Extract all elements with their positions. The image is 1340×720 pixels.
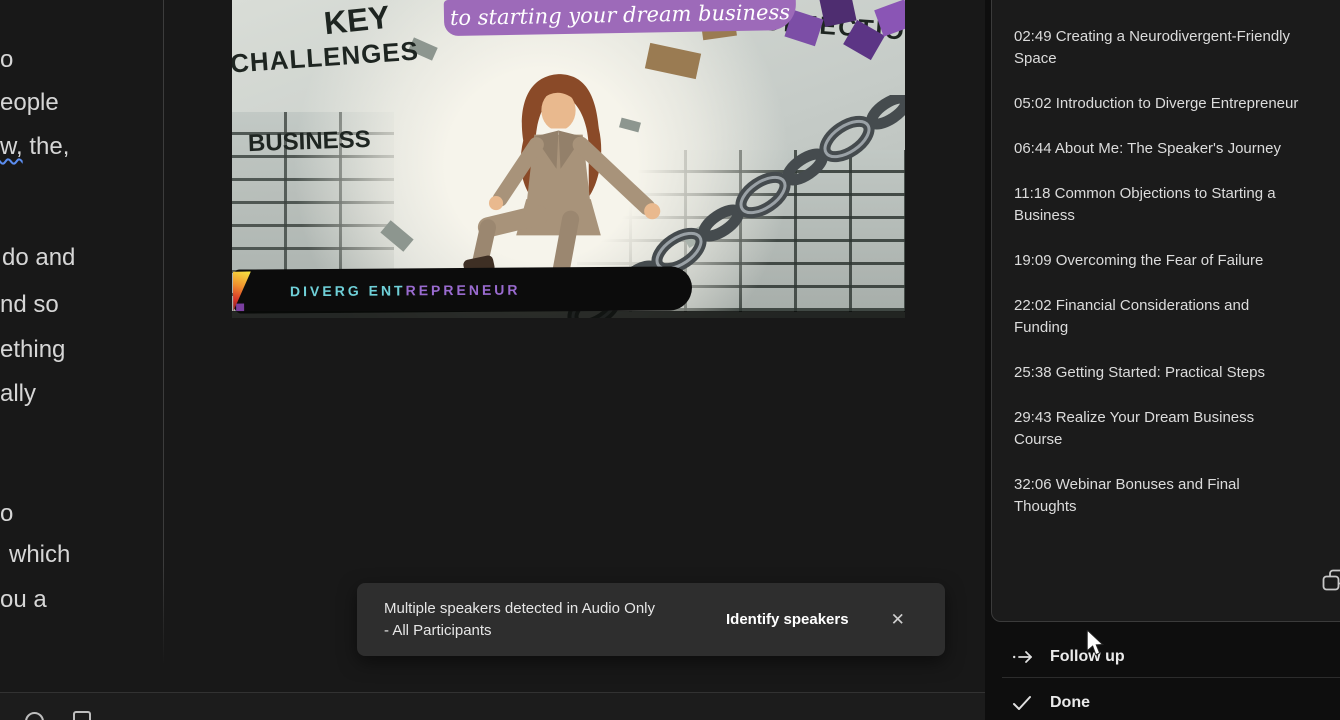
logo-text-part2: REPRENEUR [405, 281, 521, 299]
transcript-text: do and [2, 244, 76, 271]
banner-text: to starting your dream business [449, 0, 791, 30]
transcript-line[interactable]: w, the, [0, 133, 69, 161]
meeting-recap-app: o eople w, the, do and nd so ething ally… [0, 0, 1340, 720]
wall-label-business: BUSINESS [247, 125, 372, 158]
mouse-cursor [1085, 628, 1105, 661]
transcript-text: nd so [0, 291, 59, 318]
menu-item-follow-up[interactable]: Follow up [990, 640, 1340, 674]
chapter-time: 29:43 [1014, 409, 1052, 426]
close-icon[interactable]: ✕ [891, 610, 905, 630]
transcript-line[interactable]: o [0, 46, 13, 74]
thumbnail-banner: to starting your dream business [443, 0, 797, 37]
identify-speakers-button[interactable]: Identify speakers [726, 611, 849, 628]
video-thumbnail[interactable]: KEY CHALLENGES BUSINESS OBJECTIONS to st… [232, 0, 905, 318]
stop-square-icon[interactable] [73, 711, 91, 720]
toast-message: Multiple speakers detected in Audio Only… [384, 598, 714, 642]
chapter-title: Creating a Neurodivergent-Friendly Space [1014, 28, 1290, 67]
transcript-panel: o eople w, the, do and nd so ething ally… [0, 0, 163, 693]
transcript-text: which [9, 541, 71, 568]
chapter-title: Getting Started: Practical Steps [1055, 364, 1265, 381]
chapter-title: Common Objections to Starting a Business [1014, 185, 1276, 224]
chapter-time: 19:09 [1014, 252, 1052, 269]
transcript-line[interactable]: nd so [0, 291, 59, 319]
chapter-item[interactable]: 11:18 Common Objections to Starting a Bu… [1014, 183, 1302, 227]
chapter-title: Overcoming the Fear of Failure [1055, 252, 1264, 269]
transcript-line[interactable]: eople [0, 89, 59, 117]
chapter-item[interactable]: 29:43 Realize Your Dream Business Course [1014, 407, 1302, 451]
transcript-line[interactable]: ething [0, 336, 65, 364]
diverge-entrepreneur-logo: DIVERG ENTREPRENEUR [234, 266, 693, 314]
chapter-time: 02:49 [1014, 28, 1052, 45]
transcript-flagged-word: w, [0, 133, 23, 160]
logo-text-part1: DIVERG ENT [289, 282, 406, 300]
copy-icon[interactable] [1322, 569, 1340, 593]
check-icon [1012, 695, 1034, 711]
chapter-item[interactable]: 22:02 Financial Considerations and Fundi… [1014, 295, 1302, 339]
menu-item-label: Done [1050, 694, 1090, 711]
transcript-line[interactable]: ou a [0, 586, 47, 614]
menu-divider [1002, 677, 1340, 678]
toast-message-line1: Multiple speakers detected in Audio Only [384, 599, 655, 617]
chapter-title: Introduction to Diverge Entrepreneur [1055, 95, 1299, 112]
transcript-text: eople [0, 89, 59, 116]
toast-message-line2: - All Participants [384, 621, 492, 639]
chapter-time: 22:02 [1014, 297, 1052, 314]
wall-label-key: KEY [322, 0, 392, 42]
thumbnail-bottom-shade [232, 311, 905, 318]
bottom-toolbar [0, 692, 985, 720]
chapter-item[interactable]: 06:44 About Me: The Speaker's Journey [1014, 138, 1302, 160]
chapter-item[interactable]: 19:09 Overcoming the Fear of Failure [1014, 250, 1302, 272]
transcript-text: ally [0, 380, 37, 407]
record-circle-icon[interactable] [25, 712, 44, 720]
speakers-toast: Multiple speakers detected in Audio Only… [357, 583, 945, 656]
transcript-line[interactable]: ally [0, 380, 36, 408]
transcript-divider [163, 0, 164, 665]
chapter-item[interactable]: 05:02 Introduction to Diverge Entreprene… [1014, 93, 1302, 115]
chapter-time: 32:06 [1014, 476, 1052, 493]
transcript-text: the, [22, 133, 70, 160]
chapter-item[interactable]: 25:38 Getting Started: Practical Steps [1014, 362, 1302, 384]
chapter-time: 06:44 [1014, 140, 1052, 157]
transcript-line[interactable]: which [9, 541, 70, 569]
chapter-item[interactable]: 02:49 Creating a Neurodivergent-Friendly… [1014, 26, 1302, 70]
transcript-text: ou a [0, 586, 47, 613]
transcript-line[interactable]: do and [2, 244, 75, 272]
transcript-text: o [0, 500, 14, 527]
chapter-title: About Me: The Speaker's Journey [1054, 140, 1281, 157]
follow-up-arrow-icon [1012, 650, 1034, 664]
transcript-text: o [0, 46, 14, 73]
chapter-time: 25:38 [1014, 364, 1052, 381]
transcript-line[interactable]: o [0, 500, 13, 528]
chapter-time: 11:18 [1014, 185, 1051, 202]
chapters-panel: 02:49 Creating a Neurodivergent-Friendly… [991, 0, 1340, 622]
chapter-time: 05:02 [1014, 95, 1052, 112]
transcript-text: ething [0, 336, 66, 363]
chapter-item[interactable]: 32:06 Webinar Bonuses and Final Thoughts [1014, 474, 1302, 518]
menu-item-done[interactable]: Done [990, 686, 1340, 720]
